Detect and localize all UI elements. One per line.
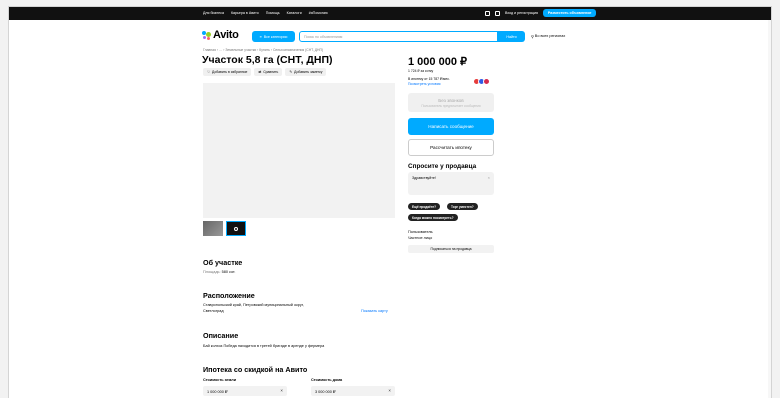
write-message-button[interactable]: Написать сообщение xyxy=(408,118,494,135)
login-link[interactable]: Вход и регистрация xyxy=(505,11,538,15)
calc-mortgage-button[interactable]: Рассчитать ипотеку xyxy=(408,139,494,156)
breadcrumb[interactable]: Главная › … › Земельные участки › Купить… xyxy=(203,48,323,52)
scrollbar[interactable] xyxy=(768,20,771,398)
subscribe-button[interactable]: Подписаться на продавца xyxy=(408,245,494,253)
heart-icon: ♡ xyxy=(207,70,211,74)
place-ad-button[interactable]: Разместить объявление xyxy=(542,9,597,17)
house-cost-label: Стоимость дома xyxy=(311,378,343,382)
no-calls-button: Без звонков Пользователь предпочитает со… xyxy=(408,93,494,112)
description-text: Бай колхоз Победа находится в третей бри… xyxy=(203,344,325,348)
logo-dots-icon xyxy=(202,30,211,40)
search-input[interactable]: Поиск по объявлениям xyxy=(299,31,498,42)
house-cost-value: 3 000 000 ₽ xyxy=(315,390,336,394)
heart-icon[interactable] xyxy=(485,10,490,16)
mortgage-offer: В ипотеку от 15 787 ₽/мес. xyxy=(408,77,450,81)
ask-seller-heading: Спросите у продавца xyxy=(408,163,477,170)
ask-seller-input[interactable]: Здравствуйте! × xyxy=(408,172,494,195)
no-calls-label: Без звонков xyxy=(438,97,464,103)
no-calls-sub: Пользователь предпочитает сообщения xyxy=(421,103,481,108)
clear-icon[interactable]: × xyxy=(388,388,391,393)
price-per-unit: 1 724 ₽ за сотку xyxy=(408,69,434,73)
land-cost-value: 1 000 000 ₽ xyxy=(207,390,228,394)
clear-icon[interactable]: × xyxy=(280,388,283,393)
seller-type[interactable]: Пользователь xyxy=(408,230,433,234)
logo-text: Avito xyxy=(213,29,239,41)
quick-reply-chip[interactable]: Торг уместен? xyxy=(447,203,478,210)
add-favorite-button[interactable]: ♡ Добавить в избранное xyxy=(203,68,252,76)
house-cost-input[interactable]: 3 000 000 ₽ × xyxy=(311,386,395,396)
land-cost-input[interactable]: 1 000 000 ₽ × xyxy=(203,386,287,396)
top-right: Вход и регистрация Разместить объявление xyxy=(485,9,597,17)
bank-logo-icon xyxy=(483,78,490,85)
area-info: Площадь: 580 сот. xyxy=(203,270,235,276)
all-categories-label: Все категории xyxy=(263,34,288,39)
find-button[interactable]: Найти xyxy=(498,31,525,42)
add-note-button[interactable]: ✎ Добавить заметку xyxy=(285,68,327,76)
cart-icon[interactable] xyxy=(495,10,500,16)
price: 1 000 000 ₽ xyxy=(408,56,467,68)
top-links: Для бизнеса Карьера в Авито Помощь Катал… xyxy=(203,11,328,15)
region-label: Во всех регионах xyxy=(534,34,566,38)
address-line2: Светлоград xyxy=(203,309,224,313)
seller-kind: Частное лицо xyxy=(408,236,433,240)
land-cost-label: Стоимость земли xyxy=(203,378,237,382)
photo-thumbnail[interactable] xyxy=(203,221,223,236)
compare-button[interactable]: ⇄ Сравнить xyxy=(254,68,283,76)
page-title: Участок 5,8 га (СНТ, ДНП) xyxy=(202,54,333,66)
top-bar: Для бизнеса Карьера в Авито Помощь Катал… xyxy=(9,7,771,20)
link-help-tag[interactable]: #яПомогаю xyxy=(309,11,328,15)
main-photo[interactable] xyxy=(203,83,395,218)
listing-actions: ♡ Добавить в избранное ⇄ Сравнить ✎ Доба… xyxy=(203,68,327,76)
play-icon xyxy=(234,226,238,231)
show-map-link[interactable]: Показать карту xyxy=(361,309,388,315)
add-favorite-label: Добавить в избранное xyxy=(212,70,248,74)
about-heading: Об участке xyxy=(203,258,243,267)
quick-reply-chip[interactable]: Когда можно посмотреть? xyxy=(408,214,458,221)
area-value: 580 сот. xyxy=(221,270,236,274)
location-heading: Расположение xyxy=(203,291,255,300)
ask-seller-text: Здравствуйте! xyxy=(412,176,436,180)
bank-badges xyxy=(473,78,490,85)
mortgage-heading: Ипотека со скидкой на Авито xyxy=(203,365,308,374)
add-note-label: Добавить заметку xyxy=(294,70,323,74)
mortgage-terms-link[interactable]: Посмотреть условия xyxy=(408,82,440,86)
all-categories-button[interactable]: ≡ Все категории xyxy=(252,31,295,42)
quick-reply-chip[interactable]: Ещё продаёте? xyxy=(408,203,441,210)
video-thumbnail[interactable] xyxy=(226,221,246,236)
area-label: Площадь: xyxy=(203,270,221,274)
clear-icon[interactable]: × xyxy=(488,175,490,180)
address-line1: Ставропольский край, Петровский муниципа… xyxy=(203,303,304,307)
location-pin-icon: ⚲ xyxy=(531,35,534,39)
link-help[interactable]: Помощь xyxy=(266,11,280,15)
pencil-icon: ✎ xyxy=(289,70,293,74)
link-catalogs[interactable]: Каталоги xyxy=(287,11,302,15)
menu-icon: ≡ xyxy=(259,34,262,39)
browser-page: Для бизнеса Карьера в Авито Помощь Катал… xyxy=(8,6,772,398)
avito-logo[interactable]: Avito xyxy=(202,29,239,41)
compare-icon: ⇄ xyxy=(258,70,262,74)
compare-label: Сравнить xyxy=(263,70,279,74)
region-selector[interactable]: ⚲ Во всех регионах xyxy=(531,34,565,39)
link-business[interactable]: Для бизнеса xyxy=(203,11,224,15)
description-heading: Описание xyxy=(203,331,239,340)
link-career[interactable]: Карьера в Авито xyxy=(231,11,259,15)
